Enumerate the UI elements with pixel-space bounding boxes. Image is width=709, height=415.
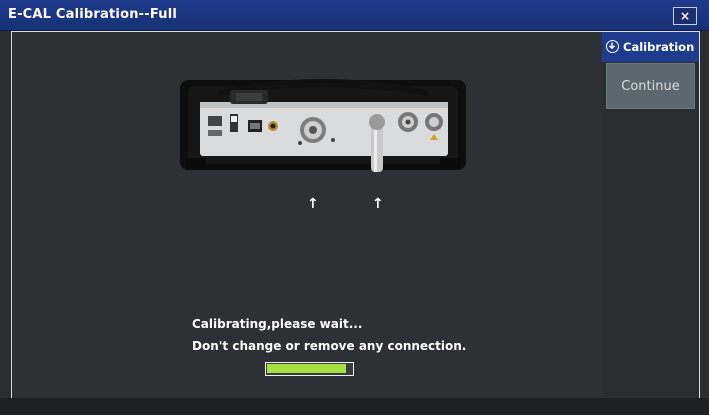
status-text-warning: Don't change or remove any connection. — [192, 339, 467, 353]
sidebar-header: Calibration — [602, 32, 699, 62]
status-text-calibrating: Calibrating,please wait... — [192, 317, 363, 331]
window-title: E-CAL Calibration--Full — [8, 7, 178, 22]
sidebar-header-label: Calibration — [623, 40, 695, 54]
progress-fill — [267, 364, 346, 373]
close-button[interactable]: × — [673, 7, 697, 25]
continue-button[interactable]: Continue — [606, 63, 695, 109]
arrow-up-icon-left: ↑ — [307, 196, 319, 212]
arrow-up-icon-right: ↑ — [372, 196, 384, 212]
progress-bar — [265, 362, 354, 376]
device-image — [180, 79, 466, 172]
download-circle-icon — [606, 40, 619, 53]
title-bar: E-CAL Calibration--Full × — [0, 0, 709, 31]
sidebar: Calibration Continue — [602, 31, 700, 399]
bottom-strip — [0, 398, 709, 415]
calibration-window: E-CAL Calibration--Full × ↑ ↑ Calibratin… — [0, 0, 709, 415]
